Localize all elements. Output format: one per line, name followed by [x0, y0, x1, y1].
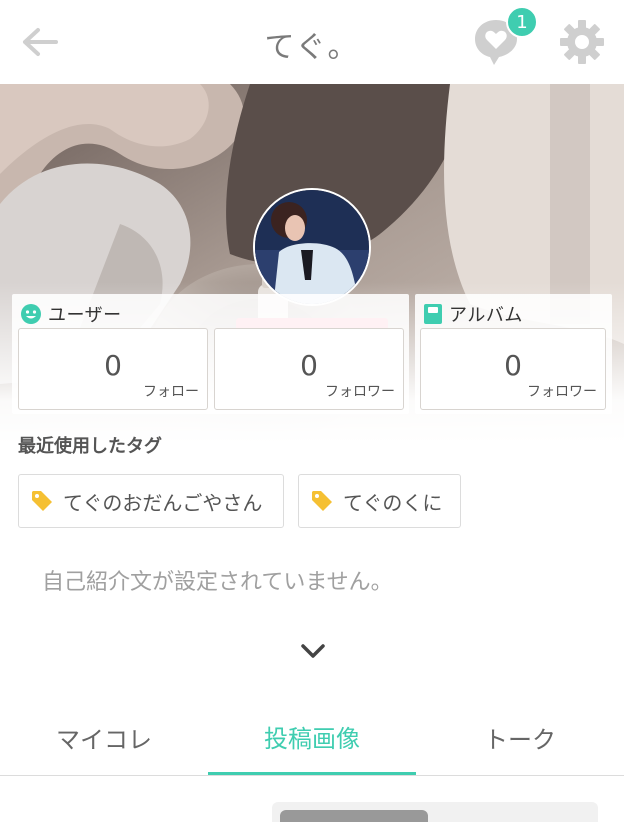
follow-count: 0 [104, 349, 122, 382]
tab-my-collection[interactable]: マイコレ [0, 700, 208, 775]
recent-tags-heading: 最近使用したタグ [18, 436, 162, 457]
follower-stat[interactable]: 0 フォロワー [214, 328, 404, 410]
follow-label: フォロー [143, 384, 199, 400]
notification-badge: 1 [506, 6, 538, 38]
album-follower-count: 0 [504, 349, 522, 382]
tab-talk[interactable]: トーク [416, 700, 624, 775]
tab-posted-images[interactable]: 投稿画像 [208, 700, 416, 775]
album-book-icon [424, 304, 442, 324]
follower-label: フォロワー [325, 384, 395, 400]
album-follower-stat[interactable]: 0 フォロワー [420, 328, 606, 410]
album-follower-label: フォロワー [527, 384, 597, 400]
notifications-button[interactable]: 1 [472, 6, 538, 66]
tag-label: てぐのおだんごやさん [63, 490, 263, 515]
follower-count: 0 [300, 349, 318, 382]
user-panel-heading: ユーザー [20, 300, 122, 328]
profile-tabs: マイコレ 投稿画像 トーク [0, 700, 624, 776]
avatar[interactable] [253, 188, 371, 306]
app-header: てぐ。 1 [0, 0, 624, 84]
chevron-down-icon [301, 644, 325, 658]
album-panel-label: アルバム [449, 305, 523, 326]
user-panel-label: ユーザー [48, 305, 122, 326]
album-panel-heading: アルバム [423, 300, 523, 328]
tag-icon [32, 491, 52, 511]
bio-text: 自己紹介文が設定されていません。 [42, 570, 393, 595]
tag-chip[interactable]: てぐのおだんごやさん [18, 474, 284, 528]
settings-button[interactable] [558, 18, 606, 66]
expand-profile-button[interactable] [296, 634, 330, 668]
smiley-icon [21, 304, 41, 324]
avatar-image [255, 190, 369, 304]
gear-icon [560, 20, 604, 64]
tag-chip[interactable]: てぐのくに [298, 474, 461, 528]
follow-stat[interactable]: 0 フォロー [18, 328, 208, 410]
tag-icon [312, 491, 332, 511]
tag-label: てぐのくに [343, 490, 443, 515]
segment-active-option[interactable] [280, 810, 428, 822]
